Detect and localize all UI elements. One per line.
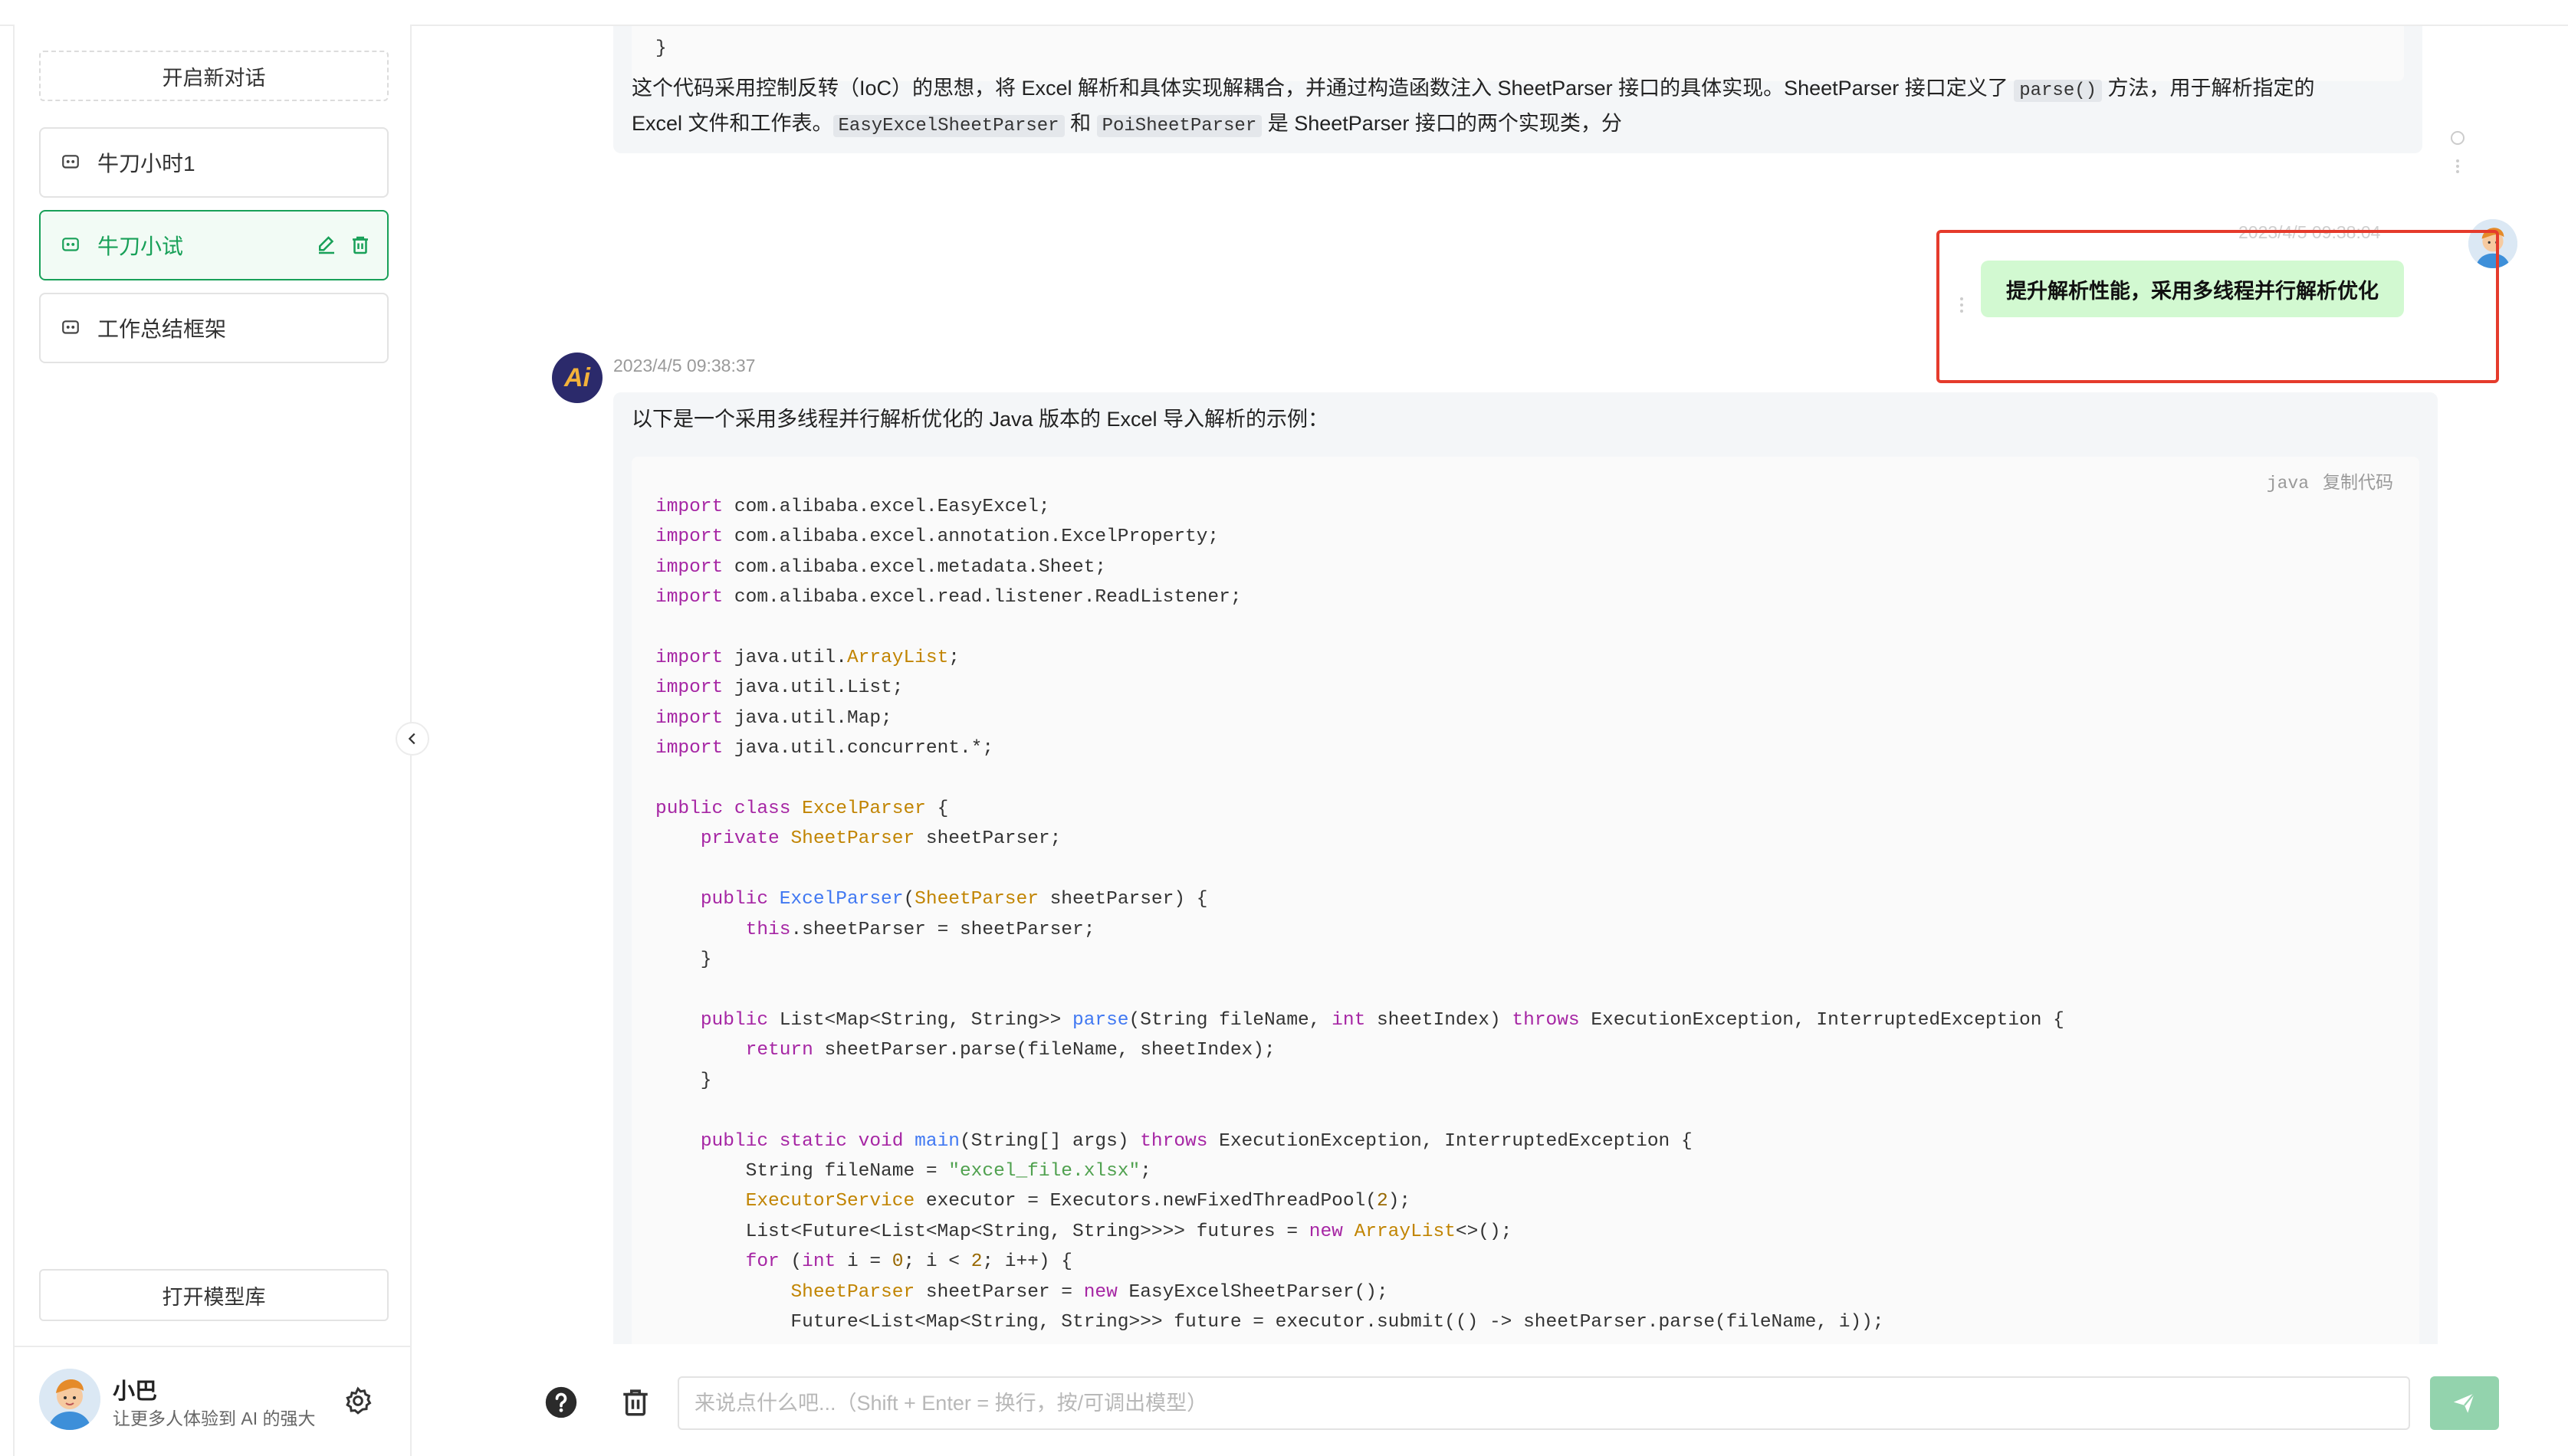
highlight-annotation-box bbox=[1936, 230, 2499, 383]
code-line: String fileName = "excel_file.xlsx"; bbox=[655, 1160, 1151, 1182]
chat-bubble-icon bbox=[62, 238, 79, 251]
send-button[interactable] bbox=[2430, 1376, 2499, 1430]
user-name: 小巴 bbox=[113, 1379, 158, 1404]
bot-message-previous: } 这个代码采用控制反转（IoC）的思想，将 Excel 解析和具体实现解耦合，… bbox=[613, 26, 2422, 153]
new-chat-button[interactable]: 开启新对话 bbox=[39, 51, 389, 101]
code-line: public ExcelParser(SheetParser sheetPars… bbox=[700, 889, 1208, 910]
code-line: ExecutorService executor = Executors.new… bbox=[745, 1191, 1411, 1212]
conversation-label: 牛刀小试 bbox=[97, 234, 184, 258]
chat-bubble-icon bbox=[62, 155, 79, 169]
bot-intro-text: 以下是一个采用多线程并行解析优化的 Java 版本的 Excel 导入解析的示例… bbox=[632, 408, 1329, 431]
user-description: 让更多人体验到 AI 的强大 bbox=[113, 1408, 316, 1428]
conversation-label: 工作总结框架 bbox=[97, 317, 227, 341]
message-input[interactable] bbox=[678, 1376, 2410, 1430]
code-block: java 复制代码 import com.alibaba.excel.EasyEx… bbox=[632, 457, 2419, 1344]
code-line: import com.alibaba.excel.EasyExcel; bbox=[655, 497, 1050, 517]
open-model-library-button[interactable]: 打开模型库 bbox=[39, 1269, 389, 1321]
code-line: import java.util.concurrent.*; bbox=[655, 738, 994, 759]
clear-chat-trash-icon[interactable] bbox=[619, 1385, 652, 1419]
code-line: public static void main(String[] args) t… bbox=[700, 1130, 1693, 1152]
sidebar-divider bbox=[15, 1346, 410, 1347]
text-segment: 是 SheetParser 接口的两个实现类，分 bbox=[1262, 112, 1622, 135]
chat-area: } 这个代码采用控制反转（IoC）的思想，将 Excel 解析和具体实现解耦合，… bbox=[414, 26, 2568, 1344]
message-status-icons[interactable] bbox=[2448, 130, 2467, 176]
code-line: } bbox=[655, 38, 667, 59]
trash-icon[interactable] bbox=[349, 234, 372, 257]
code-line: import java.util.List; bbox=[655, 677, 904, 699]
code-content: import com.alibaba.excel.EasyExcel; impor… bbox=[655, 492, 2064, 1337]
code-line: import com.alibaba.excel.annotation.Exce… bbox=[655, 526, 1220, 548]
conversation-item-active[interactable]: 牛刀小试 bbox=[39, 210, 389, 280]
avatar-illustration bbox=[39, 1369, 100, 1430]
help-icon[interactable] bbox=[544, 1385, 578, 1419]
code-line: this.sheetParser = sheetParser; bbox=[745, 919, 1095, 940]
text-segment: 这个代码采用控制反转（IoC）的思想，将 Excel 解析和具体实现解耦合，并通… bbox=[632, 77, 2015, 100]
text-segment: 方法，用于解析指定的 bbox=[2102, 77, 2315, 100]
text-segment: 和 bbox=[1064, 112, 1097, 135]
code-line: SheetParser sheetParser = new EasyExcelS… bbox=[790, 1281, 1388, 1303]
bot-message-timestamp: 2023/4/5 09:38:37 bbox=[613, 356, 756, 375]
code-line: private SheetParser sheetParser; bbox=[700, 828, 1062, 850]
code-line: for (int i = 0; i < 2; i++) { bbox=[745, 1251, 1073, 1273]
edit-icon[interactable] bbox=[315, 234, 338, 257]
ai-avatar-text: Ai bbox=[564, 362, 590, 392]
input-footer bbox=[414, 1344, 2568, 1456]
inline-code: PoiSheetParser bbox=[1096, 115, 1263, 137]
code-line: public List<Map<String, String>> parse(S… bbox=[700, 1009, 2064, 1031]
code-line: import com.alibaba.excel.metadata.Sheet; bbox=[655, 556, 1107, 578]
code-line: } bbox=[655, 949, 712, 971]
code-line: import com.alibaba.excel.read.listener.R… bbox=[655, 587, 1242, 608]
conversation-label: 牛刀小时1 bbox=[97, 152, 195, 175]
code-language-label: java bbox=[2266, 474, 2309, 494]
code-line: } bbox=[655, 1070, 712, 1091]
gear-icon[interactable] bbox=[343, 1385, 373, 1416]
code-line: public class ExcelParser { bbox=[655, 799, 949, 820]
copy-code-button[interactable]: 复制代码 bbox=[2323, 474, 2393, 494]
send-icon bbox=[2453, 1392, 2475, 1413]
inline-code: EasyExcelSheetParser bbox=[832, 115, 1065, 137]
ai-avatar: Ai bbox=[552, 353, 603, 403]
sidebar: 开启新对话 牛刀小时1 牛刀小试 工作总结框架 打开模型库 小巴 让更多人体验到… bbox=[13, 25, 412, 1456]
code-line: import java.util.ArrayList; bbox=[655, 648, 960, 669]
conversation-item[interactable]: 工作总结框架 bbox=[39, 293, 389, 363]
code-line: List<Future<List<Map<String, String>>>> … bbox=[655, 1221, 1512, 1242]
code-line: import java.util.Map; bbox=[655, 707, 892, 729]
code-header: java 复制代码 bbox=[2267, 467, 2393, 494]
code-line: Future<List<Map<String, String>>> future… bbox=[655, 1311, 1884, 1333]
user-avatar[interactable] bbox=[39, 1369, 100, 1430]
conversation-item[interactable]: 牛刀小时1 bbox=[39, 127, 389, 198]
bot-message-text: 这个代码采用控制反转（IoC）的思想，将 Excel 解析和具体实现解耦合，并通… bbox=[632, 72, 2410, 143]
chat-bubble-icon bbox=[62, 320, 79, 334]
code-line: return sheetParser.parse(fileName, sheet… bbox=[745, 1040, 1276, 1061]
bot-message-reply: 以下是一个采用多线程并行解析优化的 Java 版本的 Excel 导入解析的示例… bbox=[613, 392, 2438, 1344]
text-segment: Excel 文件和工作表。 bbox=[632, 112, 833, 135]
inline-code: parse() bbox=[2014, 80, 2103, 102]
